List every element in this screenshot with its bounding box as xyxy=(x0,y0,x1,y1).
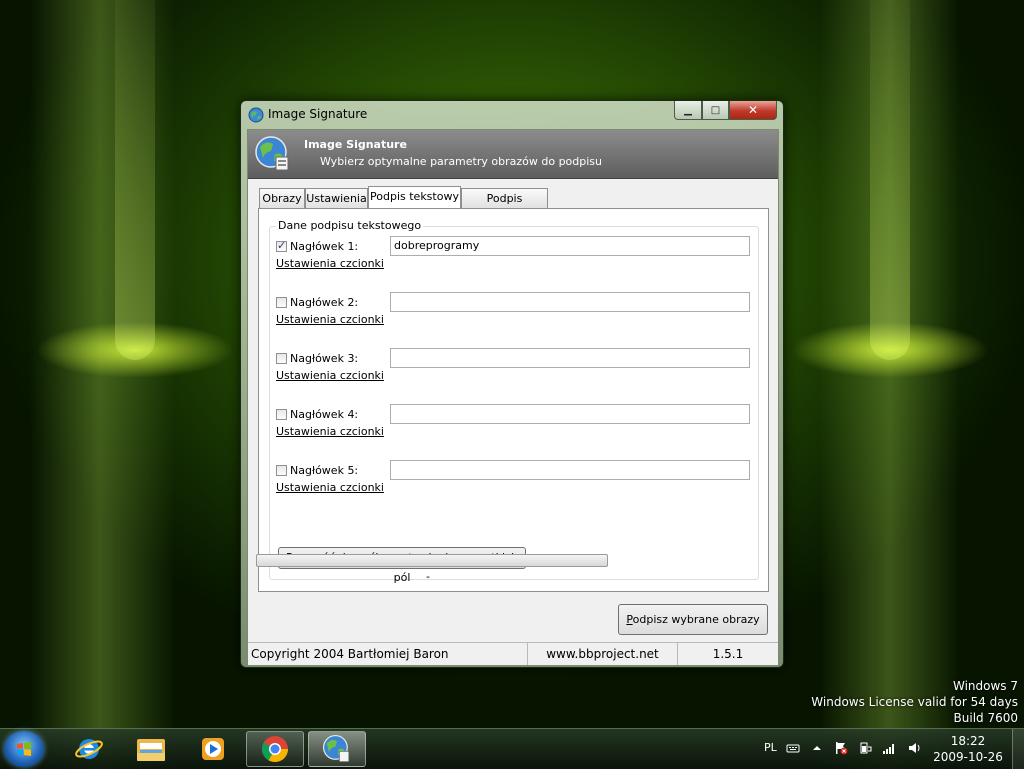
chrome-icon xyxy=(261,736,289,763)
header-5-input[interactable] xyxy=(390,460,750,480)
text-signature-group: Dane podpisu tekstowego Nagłówek 1: Usta… xyxy=(269,219,759,584)
watermark-line-2: Windows License valid for 54 days xyxy=(811,695,1018,709)
window-title: Image Signature xyxy=(268,107,368,121)
window-controls: ▁ □ ✕ xyxy=(674,101,777,120)
header-3-font-settings-link[interactable]: Ustawienia czcionki xyxy=(276,369,384,382)
header-4-font-settings-link[interactable]: Ustawienia czcionki xyxy=(276,425,384,438)
header-4-label: Nagłówek 4: xyxy=(290,408,359,421)
header-2-checkbox-label[interactable]: Nagłówek 2: xyxy=(276,296,358,309)
taskbar-image-signature[interactable] xyxy=(308,731,366,767)
action-center-flag-icon[interactable] xyxy=(834,741,848,755)
header-5-checkbox-label[interactable]: Nagłówek 5: xyxy=(276,464,358,477)
tab-podpis-graficzny[interactable]: Podpis graficzny xyxy=(461,188,548,225)
clock-date: 2009-10-26 xyxy=(933,750,1003,764)
window-client: Image Signature Wybierz optymalne parame… xyxy=(247,129,779,665)
header-3-label: Nagłówek 3: xyxy=(290,352,359,365)
header-4-checkbox[interactable] xyxy=(276,409,287,420)
title-bar[interactable]: Image Signature ▁ □ ✕ xyxy=(241,101,783,127)
header-1-font-settings-link[interactable]: Ustawienia czcionki xyxy=(276,257,384,270)
header-2-input[interactable] xyxy=(390,292,750,312)
header-4-input[interactable] xyxy=(390,404,750,424)
status-version: 1.5.1 xyxy=(712,647,744,661)
wallpaper-beam xyxy=(115,0,155,360)
folder-icon xyxy=(137,739,165,761)
taskbar-clock[interactable]: 18:22 2009-10-26 xyxy=(930,733,1006,765)
taskbar-chrome[interactable] xyxy=(246,731,304,767)
header-5-checkbox[interactable] xyxy=(276,465,287,476)
status-copyright: Copyright 2004 Bartłomiej Baron xyxy=(248,643,528,665)
sign-images-button[interactable]: Podpisz wybrane obrazy xyxy=(618,604,768,635)
header-3-checkbox[interactable] xyxy=(276,353,287,364)
language-indicator[interactable]: PL xyxy=(764,741,777,754)
keyboard-icon[interactable] xyxy=(786,741,800,755)
windows-license-watermark: Windows 7 Windows License valid for 54 d… xyxy=(811,678,1018,726)
header-1-label: Nagłówek 1: xyxy=(290,240,359,253)
header-5-font-settings-link[interactable]: Ustawienia czcionki xyxy=(276,481,384,494)
progress-bar xyxy=(256,554,608,567)
tab-panel: Dane podpisu tekstowego Nagłówek 1: Usta… xyxy=(258,208,769,592)
header-1-checkbox[interactable] xyxy=(276,239,287,252)
windows-logo-icon xyxy=(17,742,31,756)
header-2-checkbox[interactable] xyxy=(276,297,287,308)
app-header: Image Signature Wybierz optymalne parame… xyxy=(248,130,778,179)
system-tray: PL xyxy=(760,729,930,769)
taskbar-internet-explorer[interactable] xyxy=(60,731,118,767)
globe-signature-icon xyxy=(255,136,289,171)
show-hidden-icons-icon[interactable] xyxy=(810,741,824,755)
header-5-label: Nagłówek 5: xyxy=(290,464,359,477)
progress-status-text: - xyxy=(426,570,430,583)
close-button[interactable]: ✕ xyxy=(729,101,777,120)
header-1-input[interactable]: dobreprogramy xyxy=(390,236,750,256)
watermark-line-1: Windows 7 xyxy=(952,679,1018,693)
volume-icon[interactable] xyxy=(908,741,922,755)
network-signal-icon[interactable] xyxy=(882,741,896,755)
header-3-input[interactable] xyxy=(390,348,750,368)
header-2-label: Nagłówek 2: xyxy=(290,296,359,309)
clock-time: 18:22 xyxy=(950,734,986,748)
globe-signature-icon xyxy=(322,734,350,763)
header-1-checkbox-label[interactable]: Nagłówek 1: xyxy=(276,239,359,253)
maximize-button[interactable]: □ xyxy=(702,101,729,120)
taskbar-explorer[interactable] xyxy=(122,731,180,767)
header-3-checkbox-label[interactable]: Nagłówek 3: xyxy=(276,352,358,365)
globe-icon xyxy=(248,107,264,123)
media-player-icon xyxy=(202,738,224,760)
header-subtitle: Wybierz optymalne parametry obrazów do p… xyxy=(320,155,603,168)
sign-button-label: odpisz wybrane obrazy xyxy=(632,613,760,626)
wallpaper-beam xyxy=(870,0,910,360)
status-bar: Copyright 2004 Bartłomiej Baron www.bbpr… xyxy=(248,642,778,665)
power-icon[interactable] xyxy=(858,741,872,755)
tab-podpis-tekstowy[interactable]: Podpis tekstowy xyxy=(368,186,461,208)
taskbar-media-player[interactable] xyxy=(184,731,242,767)
watermark-line-3: Build 7600 xyxy=(953,711,1018,725)
show-desktop-button[interactable] xyxy=(1012,729,1024,769)
tab-ustawienia[interactable]: Ustawienia xyxy=(305,188,368,208)
internet-explorer-icon xyxy=(75,739,103,759)
start-button[interactable] xyxy=(4,731,44,767)
header-2-font-settings-link[interactable]: Ustawienia czcionki xyxy=(276,313,384,326)
header-title: Image Signature xyxy=(304,138,407,151)
app-window: Image Signature ▁ □ ✕ Image Signature Wy… xyxy=(240,100,784,668)
status-website: www.bbproject.net xyxy=(528,643,678,665)
minimize-button[interactable]: ▁ xyxy=(674,101,702,120)
taskbar: PL 18:22 2009-10-26 xyxy=(0,728,1024,769)
group-legend: Dane podpisu tekstowego xyxy=(276,219,424,232)
header-4-checkbox-label[interactable]: Nagłówek 4: xyxy=(276,408,358,421)
tab-obrazy[interactable]: Obrazy xyxy=(259,188,305,208)
